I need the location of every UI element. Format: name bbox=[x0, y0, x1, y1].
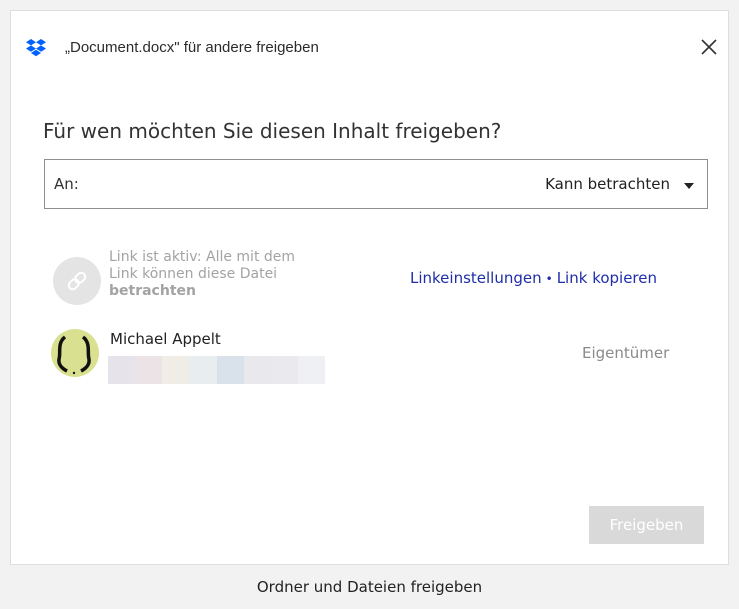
redacted-pixel bbox=[135, 356, 163, 384]
redacted-pixel bbox=[189, 356, 217, 384]
close-icon[interactable] bbox=[700, 38, 718, 56]
copy-link-link[interactable]: Link kopieren bbox=[557, 269, 657, 287]
redacted-pixel bbox=[243, 356, 271, 384]
link-actions: Linkeinstellungen • Link kopieren bbox=[410, 269, 657, 287]
share-button[interactable]: Freigeben bbox=[589, 506, 704, 544]
link-status-line2: Link können diese Datei bbox=[109, 266, 278, 282]
redacted-pixel bbox=[108, 356, 136, 384]
recipient-label: An: bbox=[54, 175, 79, 193]
redacted-pixel bbox=[270, 356, 298, 384]
dialog-heading: Für wen möchten Sie diesen Inhalt freige… bbox=[43, 119, 502, 143]
link-settings-link[interactable]: Linkeinstellungen bbox=[410, 269, 542, 287]
dialog-title: „Document.docx" für andere freigeben bbox=[65, 39, 319, 56]
redacted-pixel bbox=[297, 356, 325, 384]
member-role: Eigentümer bbox=[582, 344, 670, 362]
link-icon bbox=[53, 257, 101, 305]
recipient-input[interactable] bbox=[85, 170, 489, 200]
share-dialog: „Document.docx" für andere freigeben Für… bbox=[10, 10, 729, 565]
chevron-down-icon bbox=[684, 183, 694, 189]
redacted-pixel bbox=[162, 356, 190, 384]
link-status: Link ist aktiv: Alle mit dem Link können… bbox=[109, 249, 369, 300]
title-bar: „Document.docx" für andere freigeben bbox=[11, 11, 728, 67]
permission-dropdown[interactable]: Kann betrachten bbox=[510, 174, 700, 196]
permission-label: Kann betrachten bbox=[545, 175, 670, 193]
link-status-line3: betrachten bbox=[109, 283, 196, 299]
avatar bbox=[51, 329, 99, 377]
member-name: Michael Appelt bbox=[110, 330, 221, 348]
member-email-redacted bbox=[108, 356, 325, 384]
caption: Ordner und Dateien freigeben bbox=[0, 566, 739, 609]
recipient-field[interactable]: An: Kann betrachten bbox=[44, 159, 708, 209]
redacted-pixel bbox=[216, 356, 244, 384]
dropbox-logo bbox=[26, 39, 46, 57]
link-status-line1: Link ist aktiv: Alle mit dem bbox=[109, 249, 296, 265]
link-separator: • bbox=[545, 272, 553, 286]
